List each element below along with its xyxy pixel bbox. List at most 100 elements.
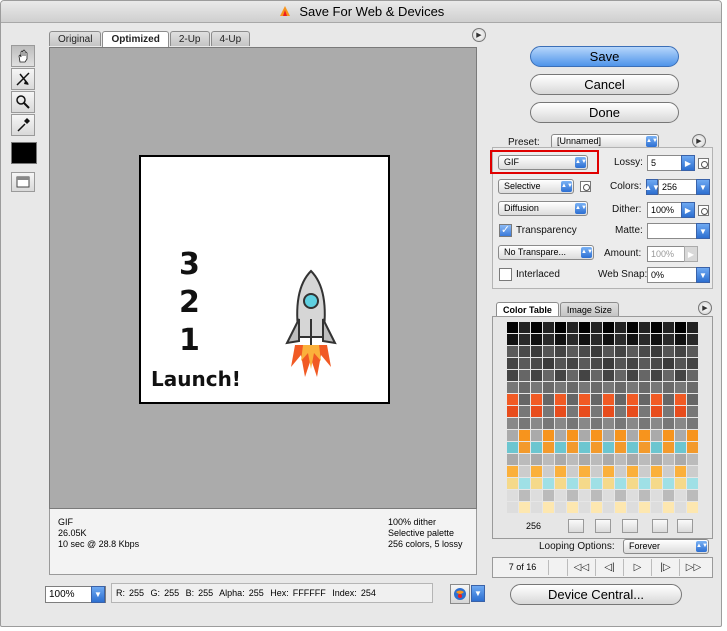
color-swatch[interactable] [507, 454, 518, 465]
color-swatch[interactable] [687, 478, 698, 489]
color-swatch[interactable] [615, 490, 626, 501]
color-swatch[interactable] [615, 466, 626, 477]
color-swatch[interactable] [543, 430, 554, 441]
color-swatch[interactable] [543, 334, 554, 345]
color-swatch[interactable] [627, 442, 638, 453]
color-swatch[interactable] [567, 430, 578, 441]
color-swatch[interactable] [687, 394, 698, 405]
color-swatch[interactable] [603, 334, 614, 345]
color-swatch[interactable] [555, 334, 566, 345]
color-swatch[interactable] [675, 502, 686, 513]
color-swatch[interactable] [507, 442, 518, 453]
color-swatch[interactable] [651, 418, 662, 429]
color-swatch[interactable] [675, 382, 686, 393]
map-to-transparent-icon[interactable] [568, 519, 584, 533]
color-swatch[interactable] [555, 370, 566, 381]
color-swatch[interactable] [627, 478, 638, 489]
color-swatch[interactable] [651, 322, 662, 333]
color-swatch[interactable] [675, 490, 686, 501]
color-swatch[interactable] [651, 502, 662, 513]
color-swatch[interactable] [627, 430, 638, 441]
zoom-icon[interactable] [11, 91, 35, 113]
lock-color-icon[interactable] [622, 519, 638, 533]
color-swatch[interactable] [507, 490, 518, 501]
looping-select[interactable]: Forever ▲▼ [623, 539, 709, 554]
color-swatch[interactable] [555, 358, 566, 369]
color-swatch[interactable] [507, 358, 518, 369]
color-swatch[interactable] [663, 346, 674, 357]
color-swatch[interactable] [531, 370, 542, 381]
color-swatch[interactable] [519, 358, 530, 369]
color-swatch[interactable] [579, 322, 590, 333]
color-swatch[interactable] [555, 490, 566, 501]
color-swatch[interactable] [687, 334, 698, 345]
colors-stepper-icon[interactable]: ▲▼ [644, 179, 660, 195]
color-swatch[interactable] [543, 502, 554, 513]
color-swatch[interactable] [615, 370, 626, 381]
color-swatch[interactable] [639, 370, 650, 381]
color-swatch[interactable] [531, 334, 542, 345]
color-swatch[interactable] [567, 478, 578, 489]
color-swatch[interactable] [531, 382, 542, 393]
color-swatch[interactable] [663, 442, 674, 453]
prev-frame-icon[interactable]: ◁| [595, 559, 623, 576]
color-swatch[interactable] [531, 454, 542, 465]
color-swatch[interactable] [567, 418, 578, 429]
trash-icon[interactable] [677, 519, 693, 533]
color-swatch[interactable] [627, 418, 638, 429]
color-swatch[interactable] [591, 478, 602, 489]
color-swatch[interactable] [651, 406, 662, 417]
color-swatch[interactable] [519, 454, 530, 465]
color-swatch[interactable] [543, 358, 554, 369]
color-swatch[interactable] [555, 322, 566, 333]
color-swatch[interactable] [543, 382, 554, 393]
color-swatch[interactable] [687, 502, 698, 513]
color-swatch[interactable] [519, 370, 530, 381]
color-swatch[interactable] [555, 418, 566, 429]
color-swatch[interactable] [639, 490, 650, 501]
color-swatch[interactable] [627, 382, 638, 393]
color-swatch[interactable] [579, 430, 590, 441]
color-swatch[interactable] [675, 322, 686, 333]
color-swatch[interactable] [591, 418, 602, 429]
color-swatch[interactable] [675, 418, 686, 429]
color-swatch[interactable] [519, 394, 530, 405]
color-swatch[interactable] [663, 430, 674, 441]
color-swatch[interactable] [519, 418, 530, 429]
color-swatch[interactable] [639, 406, 650, 417]
color-swatch[interactable] [615, 442, 626, 453]
color-swatch[interactable] [591, 502, 602, 513]
color-swatch[interactable] [531, 490, 542, 501]
color-swatch[interactable] [615, 478, 626, 489]
color-swatch[interactable] [579, 406, 590, 417]
color-swatch[interactable] [651, 346, 662, 357]
color-swatch[interactable] [651, 454, 662, 465]
color-swatch[interactable] [627, 334, 638, 345]
play-icon[interactable]: ▷ [623, 559, 651, 576]
color-swatch[interactable] [663, 406, 674, 417]
color-swatch[interactable] [567, 322, 578, 333]
color-swatch[interactable] [639, 466, 650, 477]
color-swatch[interactable] [651, 334, 662, 345]
color-swatch[interactable] [531, 418, 542, 429]
color-swatch[interactable] [567, 334, 578, 345]
color-swatch[interactable] [567, 394, 578, 405]
amount-field[interactable]: 100% [647, 246, 687, 262]
color-swatch[interactable] [555, 442, 566, 453]
color-swatch[interactable] [675, 478, 686, 489]
color-swatch[interactable] [663, 418, 674, 429]
color-swatch[interactable] [651, 430, 662, 441]
color-swatch[interactable] [531, 346, 542, 357]
color-swatch[interactable] [603, 382, 614, 393]
color-swatch[interactable] [519, 406, 530, 417]
dither-mask-icon[interactable] [698, 205, 709, 216]
color-swatch[interactable] [663, 382, 674, 393]
color-swatch[interactable] [567, 442, 578, 453]
color-swatch[interactable] [687, 322, 698, 333]
color-swatch[interactable] [519, 334, 530, 345]
color-swatch[interactable] [543, 490, 554, 501]
preview-canvas[interactable]: 3 2 1 Launch! [49, 47, 477, 509]
color-swatch[interactable] [627, 370, 638, 381]
color-swatch[interactable] [591, 406, 602, 417]
color-swatch[interactable] [675, 346, 686, 357]
